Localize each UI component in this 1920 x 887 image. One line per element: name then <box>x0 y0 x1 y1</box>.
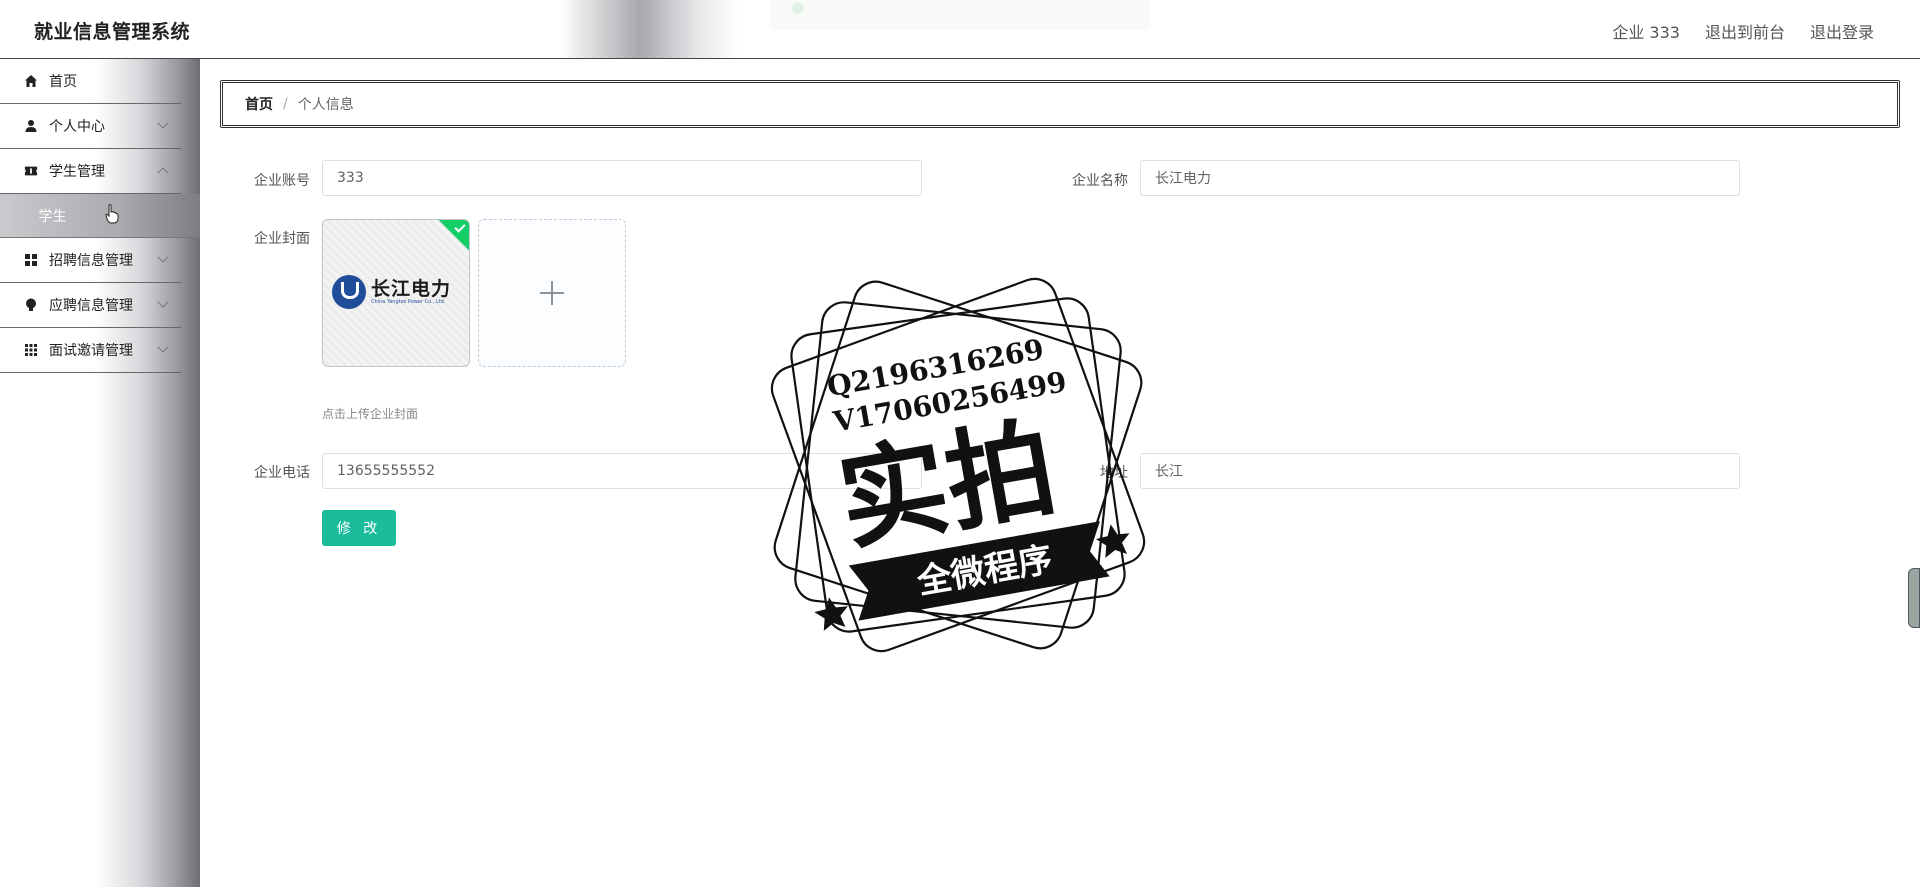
sidebar-item-label: 面试邀请管理 <box>49 343 133 359</box>
account-value: 333 <box>337 170 364 186</box>
logo-en-text: China Yangtze Power Co., Ltd. <box>371 298 446 305</box>
sidebar-item-home[interactable]: 首页 <box>0 59 181 104</box>
sidebar-item-label: 学生管理 <box>49 164 105 180</box>
phone-label: 企业电话 <box>254 465 310 481</box>
account-label: 企业账号 <box>254 173 310 189</box>
app-title: 就业信息管理系统 <box>34 21 191 43</box>
side-drawer-handle[interactable] <box>1908 568 1920 628</box>
star-icon <box>814 597 848 631</box>
address-field[interactable]: 长江 <box>1140 453 1740 489</box>
sidebar-item-label: 首页 <box>49 74 77 90</box>
sidebar-subitem-student[interactable]: 学生 <box>0 194 200 238</box>
cover-label: 企业封面 <box>254 231 310 247</box>
sidebar-item-application-management[interactable]: 应聘信息管理 <box>0 283 181 328</box>
address-label: 地址 <box>1100 465 1128 481</box>
watermark-banner: 全微程序 <box>913 539 1055 602</box>
sidebar-item-label: 招聘信息管理 <box>49 253 133 269</box>
account-field[interactable]: 333 <box>322 160 922 196</box>
chevron-up-icon <box>157 167 169 179</box>
sidebar-subitem-label: 学生 <box>38 208 67 225</box>
sidebar-item-personal-center[interactable]: 个人中心 <box>0 104 181 149</box>
breadcrumb-home-link[interactable]: 首页 <box>245 94 273 114</box>
chevron-down-icon <box>157 341 169 353</box>
logo-cn-text: 长江电力 <box>371 277 452 300</box>
phone-field[interactable]: 13655555552 <box>322 453 922 489</box>
header-actions: 企业 333 退出到前台 退出登录 <box>1612 19 1874 43</box>
submit-button[interactable]: 修 改 <box>322 510 396 546</box>
sidebar-item-student-management[interactable]: 学生管理 <box>0 149 181 194</box>
chevron-down-icon <box>157 117 169 129</box>
sidebar-item-label: 个人中心 <box>49 119 105 135</box>
chevron-down-icon <box>157 251 169 263</box>
top-header: 就业信息管理系统 企业 333 退出到前台 退出登录 <box>0 0 1920 59</box>
cover-thumbnail[interactable]: 长江电力 China Yangtze Power Co., Ltd. <box>322 219 470 367</box>
company-name-value: 长江电力 <box>1155 171 1211 187</box>
breadcrumb-current: 个人信息 <box>297 97 354 113</box>
upload-success-badge <box>437 220 469 252</box>
grid-icon <box>24 253 38 267</box>
apps-icon <box>24 343 38 357</box>
star-icon <box>1095 524 1130 558</box>
upload-add-button[interactable] <box>478 219 626 367</box>
logo-emblem-icon <box>332 275 366 309</box>
sidebar-item-interview-management[interactable]: 面试邀请管理 <box>0 328 181 373</box>
sidebar: 首页 个人中心 学生管理 学生 招聘信息管理 应聘信息管理 面试邀请管理 <box>0 59 200 887</box>
back-to-frontend-link[interactable]: 退出到前台 <box>1705 19 1785 43</box>
phone-value: 13655555552 <box>337 463 435 479</box>
company-name-label: 企业名称 <box>1072 173 1128 189</box>
home-icon <box>24 74 38 88</box>
watermark-qq: Q2196316269 <box>825 333 1047 404</box>
company-name-field[interactable]: 长江电力 <box>1140 160 1740 196</box>
breadcrumb-separator: / <box>283 96 288 112</box>
address-value: 长江 <box>1155 464 1183 480</box>
logout-link[interactable]: 退出登录 <box>1810 19 1874 43</box>
company-logo: 长江电力 China Yangtze Power Co., Ltd. <box>332 275 451 309</box>
upload-tip: 点击上传企业封面 <box>322 407 419 421</box>
sidebar-item-label: 应聘信息管理 <box>49 298 133 314</box>
success-icon <box>792 2 804 14</box>
user-icon <box>24 119 38 133</box>
breadcrumb: 首页 / 个人信息 <box>220 80 1900 128</box>
ticket-icon <box>24 164 38 178</box>
toast-notification <box>770 0 1150 30</box>
hand-cursor-icon <box>105 204 119 224</box>
watermark-v: V17060256499 <box>830 365 1069 439</box>
chevron-down-icon <box>157 296 169 308</box>
sidebar-item-recruitment-management[interactable]: 招聘信息管理 <box>0 238 181 283</box>
user-label: 企业 333 <box>1612 23 1680 42</box>
bulb-icon <box>24 298 38 312</box>
